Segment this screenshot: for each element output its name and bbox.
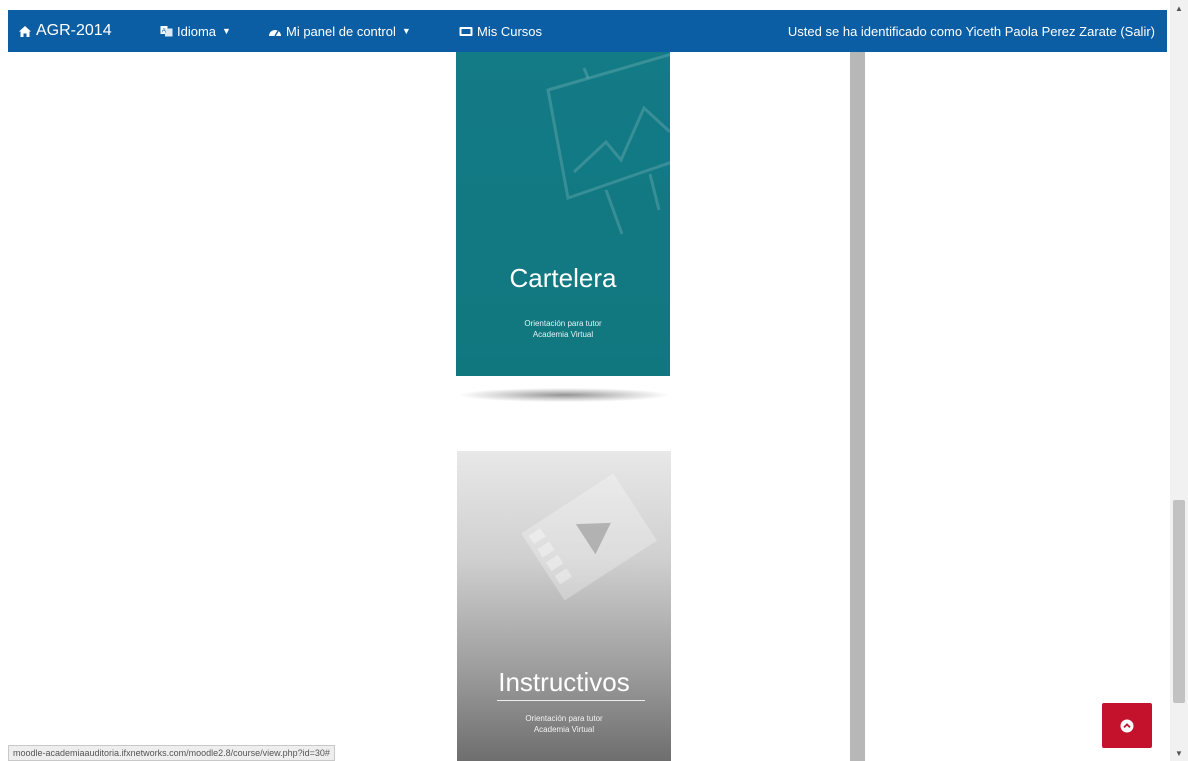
instructivos-card[interactable]: Instructivos Orientación para tutor Acad… bbox=[457, 451, 671, 761]
scroll-down-arrow-icon[interactable]: ▼ bbox=[1170, 745, 1188, 761]
user-login-text: Usted se ha identificado como Yiceth Pao… bbox=[787, 23, 1155, 39]
course-content: Cartelera Orientación para tutor Academi… bbox=[8, 52, 1167, 761]
user-login-info[interactable]: Usted se ha identificado como Yiceth Pao… bbox=[788, 10, 1155, 52]
language-menu[interactable]: A Idioma ▼ bbox=[160, 10, 231, 52]
cartelera-card[interactable]: Cartelera Orientación para tutor Academi… bbox=[456, 52, 670, 376]
language-icon: A bbox=[160, 25, 173, 37]
cartelera-subtitle: Orientación para tutor Academia Virtual bbox=[456, 318, 670, 340]
status-url: moodle-academiaauditoria.ifxnetworks.com… bbox=[13, 748, 330, 758]
instructivos-title: Instructivos bbox=[498, 667, 630, 697]
svg-text:A: A bbox=[162, 28, 167, 35]
title-divider bbox=[497, 700, 645, 701]
scroll-up-arrow-icon[interactable]: ▲ bbox=[1170, 0, 1188, 16]
cartelera-subtitle-line1: Orientación para tutor bbox=[524, 319, 602, 328]
dashboard-icon bbox=[268, 25, 282, 37]
column-divider bbox=[850, 52, 865, 761]
card-shadow bbox=[460, 388, 668, 402]
scrollbar-thumb[interactable] bbox=[1173, 500, 1185, 703]
top-navbar: AGR-2014 A Idioma ▼ Mi panel de control … bbox=[8, 10, 1167, 52]
my-courses-link[interactable]: Mis Cursos bbox=[459, 10, 542, 52]
instructivos-subtitle: Orientación para tutor Academia Virtual bbox=[457, 713, 671, 735]
vertical-scrollbar[interactable]: ▲ ▼ bbox=[1170, 0, 1188, 761]
language-label: Idioma bbox=[177, 23, 217, 39]
chevron-down-icon: ▼ bbox=[222, 26, 231, 36]
courses-label: Mis Cursos bbox=[477, 23, 543, 39]
instructivos-subtitle-line1: Orientación para tutor bbox=[525, 714, 603, 723]
cartelera-title: Cartelera bbox=[509, 263, 617, 293]
brand-label: AGR-2014 bbox=[36, 22, 112, 39]
cartelera-subtitle-line2: Academia Virtual bbox=[532, 330, 594, 339]
link-status-bar: moodle-academiaauditoria.ifxnetworks.com… bbox=[8, 745, 335, 761]
chevron-down-icon: ▼ bbox=[401, 26, 411, 36]
scroll-to-top-button[interactable] bbox=[1102, 703, 1152, 748]
film-strip-icon bbox=[521, 473, 657, 601]
presentation-board-icon bbox=[546, 53, 670, 235]
instructivos-subtitle-line2: Academia Virtual bbox=[533, 725, 595, 734]
chevron-up-circle-icon bbox=[1120, 719, 1134, 733]
courses-icon bbox=[459, 26, 473, 37]
dashboard-label: Mi panel de control bbox=[286, 23, 396, 39]
dashboard-menu[interactable]: Mi panel de control ▼ bbox=[268, 10, 411, 52]
home-icon bbox=[18, 25, 32, 38]
brand-link[interactable]: AGR-2014 bbox=[18, 10, 112, 52]
